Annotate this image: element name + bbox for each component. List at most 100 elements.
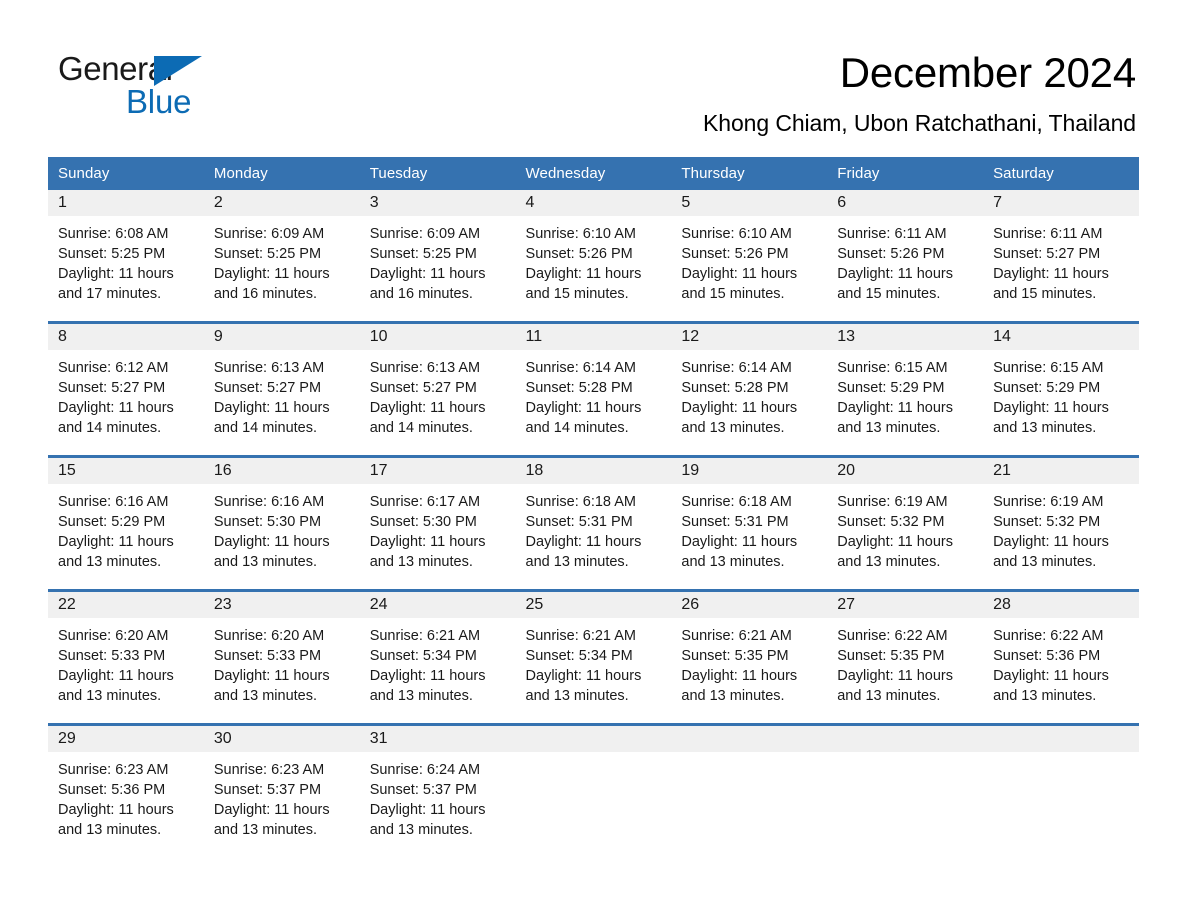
calendar-day-cell[interactable]: 3 Sunrise: 6:09 AM Sunset: 5:25 PM Daylight… [359, 190, 516, 323]
day-number: 14 [983, 324, 1139, 350]
calendar-day-cell[interactable]: 21 Sunrise: 6:19 AM Sunset: 5:32 PM Dayligh… [983, 455, 1139, 591]
day-number: 2 [203, 190, 360, 216]
day-number: 29 [48, 726, 204, 752]
calendar-day-cell[interactable]: 4 Sunrise: 6:10 AM Sunset: 5:26 PM Daylight… [515, 190, 672, 323]
day-details: Sunrise: 6:19 AM Sunset: 5:32 PM Daylight:… [983, 484, 1139, 572]
day-cell-inner: 18 Sunrise: 6:18 AM Sunset: 5:31 PM Dayligh… [515, 458, 672, 589]
day-cell-inner: 19 Sunrise: 6:18 AM Sunset: 5:31 PM Dayligh… [671, 458, 828, 589]
day-details: Sunrise: 6:20 AM Sunset: 5:33 PM Daylight:… [204, 618, 360, 706]
day-cell-inner: 31 Sunrise: 6:24 AM Sunset: 5:37 PM Dayligh… [359, 726, 516, 857]
calendar-day-cell[interactable]: 11 Sunrise: 6:14 AM Sunset: 5:28 PM Dayligh… [515, 321, 672, 457]
calendar-day-cell[interactable]: 31 Sunrise: 6:24 AM Sunset: 5:37 PM Dayligh… [359, 723, 516, 857]
day-details: Sunrise: 6:15 AM Sunset: 5:29 PM Daylight:… [983, 350, 1139, 438]
calendar-day-cell[interactable]: 10 Sunrise: 6:13 AM Sunset: 5:27 PM Dayligh… [359, 321, 516, 457]
sunset-text: Sunset: 5:37 PM [369, 782, 477, 798]
day-cell-inner: 22 Sunrise: 6:20 AM Sunset: 5:33 PM Dayligh… [48, 592, 204, 723]
daylight-text: Daylight: 11 hours and 13 minutes. [213, 534, 330, 570]
day-number: 28 [983, 592, 1139, 618]
calendar-day-cell[interactable]: 6 Sunrise: 6:11 AM Sunset: 5:26 PM Daylight… [827, 190, 984, 323]
daylight-text: Daylight: 11 hours and 13 minutes. [58, 534, 174, 570]
calendar-day-cell[interactable]: 26 Sunrise: 6:21 AM Sunset: 5:35 PM Dayligh… [671, 589, 828, 725]
day-cell-inner: 17 Sunrise: 6:17 AM Sunset: 5:30 PM Dayligh… [359, 458, 516, 589]
weekday-header-tuesday: Tuesday [359, 157, 516, 190]
sunrise-text: Sunrise: 6:09 AM [369, 226, 481, 242]
day-details: Sunrise: 6:22 AM Sunset: 5:36 PM Daylight:… [983, 618, 1139, 706]
day-number [671, 726, 828, 752]
title-block: December 2024 Khong Chiam, Ubon Ratchath… [703, 48, 1136, 138]
daylight-text: Daylight: 11 hours and 13 minutes. [681, 534, 798, 570]
sunrise-text: Sunrise: 6:15 AM [993, 360, 1104, 376]
calendar-day-cell[interactable]: 9 Sunrise: 6:13 AM Sunset: 5:27 PM Daylight… [203, 321, 360, 457]
sunset-text: Sunset: 5:25 PM [58, 246, 166, 262]
calendar-day-cell[interactable]: 1 Sunrise: 6:08 AM Sunset: 5:25 PM Daylight… [48, 190, 204, 323]
weekday-header-thursday: Thursday [671, 157, 828, 190]
day-number: 7 [983, 190, 1139, 216]
day-cell-inner: 20 Sunrise: 6:19 AM Sunset: 5:32 PM Dayligh… [827, 458, 984, 589]
day-details: Sunrise: 6:11 AM Sunset: 5:26 PM Daylight:… [827, 216, 983, 304]
sunrise-text: Sunrise: 6:16 AM [213, 494, 325, 510]
day-details: Sunrise: 6:10 AM Sunset: 5:26 PM Daylight:… [671, 216, 827, 304]
sunrise-text: Sunrise: 6:14 AM [681, 360, 792, 376]
daylight-text: Daylight: 11 hours and 14 minutes. [58, 400, 174, 436]
day-cell-inner: 29 Sunrise: 6:23 AM Sunset: 5:36 PM Dayligh… [48, 726, 204, 857]
day-details: Sunrise: 6:08 AM Sunset: 5:25 PM Daylight:… [48, 216, 204, 304]
calendar-header-row: Sunday Monday Tuesday Wednesday Thursday Frid… [48, 157, 1139, 190]
day-details: Sunrise: 6:12 AM Sunset: 5:27 PM Daylight:… [48, 350, 204, 438]
day-number: 10 [359, 324, 516, 350]
day-details: Sunrise: 6:20 AM Sunset: 5:33 PM Daylight:… [48, 618, 204, 706]
day-cell-inner: 1 Sunrise: 6:08 AM Sunset: 5:25 PM Daylight… [48, 190, 204, 321]
calendar-day-cell[interactable]: 17 Sunrise: 6:17 AM Sunset: 5:30 PM Dayligh… [359, 455, 516, 591]
calendar-day-cell[interactable]: 2 Sunrise: 6:09 AM Sunset: 5:25 PM Daylight… [203, 190, 360, 323]
day-number: 30 [203, 726, 360, 752]
calendar-day-cell[interactable]: 25 Sunrise: 6:21 AM Sunset: 5:34 PM Dayligh… [515, 589, 672, 725]
day-details: Sunrise: 6:13 AM Sunset: 5:27 PM Daylight:… [204, 350, 360, 438]
calendar-day-cell[interactable]: 15 Sunrise: 6:16 AM Sunset: 5:29 PM Dayligh… [48, 455, 204, 591]
sunrise-text: Sunrise: 6:13 AM [369, 360, 481, 376]
weekday-header-monday: Monday [203, 157, 360, 190]
sunset-text: Sunset: 5:34 PM [369, 648, 477, 664]
logo-blue-text: Blue [126, 83, 192, 120]
calendar-day-cell[interactable]: 23 Sunrise: 6:20 AM Sunset: 5:33 PM Dayligh… [203, 589, 360, 725]
calendar-day-cell[interactable]: 18 Sunrise: 6:18 AM Sunset: 5:31 PM Dayligh… [515, 455, 672, 591]
calendar-day-cell[interactable]: 29 Sunrise: 6:23 AM Sunset: 5:36 PM Dayligh… [48, 723, 204, 857]
daylight-text: Daylight: 11 hours and 17 minutes. [58, 266, 174, 302]
day-number: 15 [48, 458, 204, 484]
sunrise-text: Sunrise: 6:19 AM [837, 494, 948, 510]
calendar-page: General Blue December 2024 Khong Chiam, … [0, 0, 1188, 918]
day-cell-inner: 15 Sunrise: 6:16 AM Sunset: 5:29 PM Dayligh… [48, 458, 204, 589]
day-number: 17 [359, 458, 516, 484]
sunset-text: Sunset: 5:34 PM [525, 648, 633, 664]
calendar-day-cell[interactable]: 28 Sunrise: 6:22 AM Sunset: 5:36 PM Dayligh… [983, 589, 1139, 725]
day-number: 18 [515, 458, 672, 484]
calendar-day-cell[interactable]: 8 Sunrise: 6:12 AM Sunset: 5:27 PM Daylight… [48, 321, 204, 457]
sunset-text: Sunset: 5:33 PM [213, 648, 322, 664]
calendar-day-cell[interactable]: 16 Sunrise: 6:16 AM Sunset: 5:30 PM Dayligh… [203, 455, 360, 591]
day-details: Sunrise: 6:21 AM Sunset: 5:34 PM Daylight:… [360, 618, 516, 706]
calendar-day-cell[interactable]: 22 Sunrise: 6:20 AM Sunset: 5:33 PM Dayligh… [48, 589, 204, 725]
calendar-day-cell[interactable]: 19 Sunrise: 6:18 AM Sunset: 5:31 PM Dayligh… [671, 455, 828, 591]
calendar-day-cell[interactable]: 12 Sunrise: 6:14 AM Sunset: 5:28 PM Dayligh… [671, 321, 828, 457]
calendar-day-cell[interactable]: 27 Sunrise: 6:22 AM Sunset: 5:35 PM Dayligh… [827, 589, 984, 725]
day-number: 23 [203, 592, 360, 618]
daylight-text: Daylight: 11 hours and 13 minutes. [525, 668, 642, 704]
day-number: 6 [827, 190, 984, 216]
sunrise-text: Sunrise: 6:17 AM [369, 494, 481, 510]
calendar-day-cell[interactable]: 5 Sunrise: 6:10 AM Sunset: 5:26 PM Daylight… [671, 190, 828, 323]
sunrise-text: Sunrise: 6:22 AM [837, 628, 948, 644]
sunset-text: Sunset: 5:25 PM [369, 246, 477, 262]
sunrise-text: Sunrise: 6:21 AM [369, 628, 481, 644]
day-number: 5 [671, 190, 828, 216]
day-number: 19 [671, 458, 828, 484]
day-number: 16 [203, 458, 360, 484]
sunset-text: Sunset: 5:36 PM [993, 648, 1101, 664]
calendar-day-cell[interactable]: 14 Sunrise: 6:15 AM Sunset: 5:29 PM Dayligh… [983, 321, 1139, 457]
calendar-day-cell[interactable]: 20 Sunrise: 6:19 AM Sunset: 5:32 PM Dayligh… [827, 455, 984, 591]
calendar-day-cell[interactable]: 7 Sunrise: 6:11 AM Sunset: 5:27 PM Daylight… [983, 190, 1139, 323]
calendar-day-cell[interactable]: 24 Sunrise: 6:21 AM Sunset: 5:34 PM Dayligh… [359, 589, 516, 725]
calendar-day-cell[interactable]: 30 Sunrise: 6:23 AM Sunset: 5:37 PM Dayligh… [203, 723, 360, 857]
day-cell-inner: 5 Sunrise: 6:10 AM Sunset: 5:26 PM Daylight… [671, 190, 828, 321]
calendar-day-cell[interactable]: 13 Sunrise: 6:15 AM Sunset: 5:29 PM Dayligh… [827, 321, 984, 457]
day-number: 27 [827, 592, 984, 618]
calendar-week-row: 1 Sunrise: 6:08 AM Sunset: 5:25 PM Daylight… [48, 190, 1139, 323]
day-cell-inner: 30 Sunrise: 6:23 AM Sunset: 5:37 PM Dayligh… [203, 726, 360, 857]
